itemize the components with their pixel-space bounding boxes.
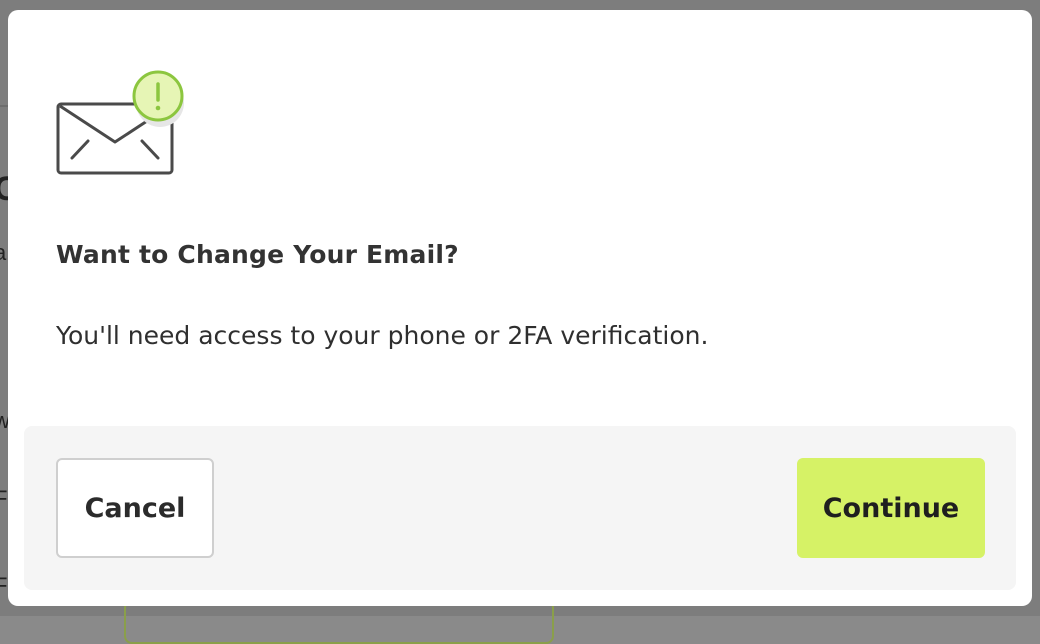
continue-button[interactable]: Continue [797, 458, 985, 558]
background-text-fragment: a [0, 242, 6, 264]
envelope-alert-icon [56, 68, 188, 180]
dialog-message: You'll need access to your phone or 2FA … [56, 321, 708, 350]
cancel-button[interactable]: Cancel [56, 458, 214, 558]
dialog-footer: Cancel Continue [24, 426, 1016, 590]
background-input-field [124, 600, 554, 644]
dialog-title: Want to Change Your Email? [56, 240, 459, 269]
change-email-dialog: Want to Change Your Email? You'll need a… [8, 10, 1032, 606]
